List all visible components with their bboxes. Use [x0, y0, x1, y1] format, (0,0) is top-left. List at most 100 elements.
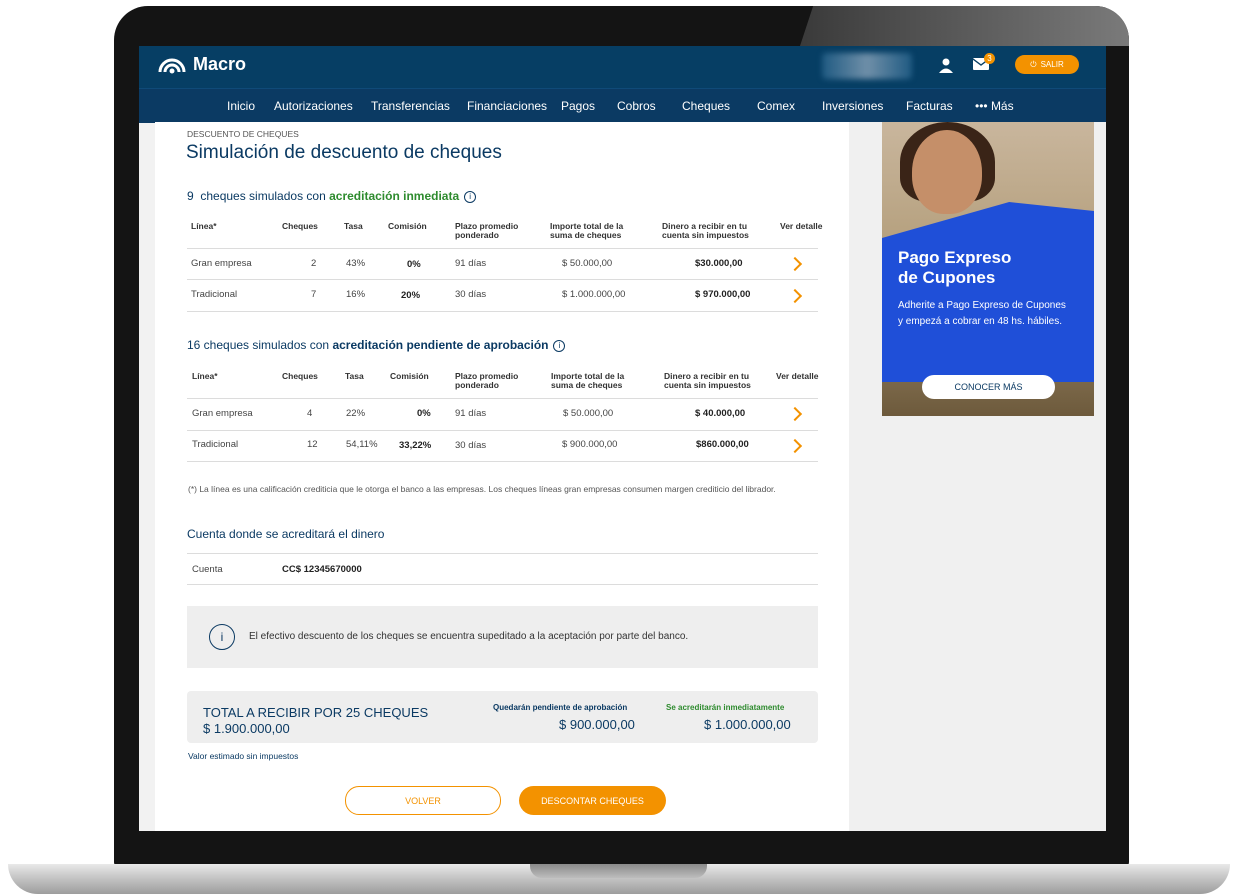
col-dinero: Dinero a recibir en tu cuenta sin impues…	[662, 221, 749, 240]
nav-inversiones[interactable]: Inversiones	[822, 99, 883, 113]
table-divider	[187, 461, 818, 462]
table-divider	[187, 279, 818, 280]
row3-importe: $ 50.000,00	[563, 408, 614, 419]
row2-tasa: 16%	[346, 289, 366, 300]
row1-cheques: 2	[311, 258, 317, 269]
row4-cheques: 12	[307, 439, 318, 450]
nav-financiaciones[interactable]: Financiaciones	[467, 99, 547, 113]
nav-cobros[interactable]: Cobros	[617, 99, 656, 113]
col-tasa: Tasa	[344, 221, 363, 231]
row1-tasa: 43%	[346, 258, 366, 269]
row4-comision: 33,22%	[399, 440, 432, 451]
col-cheques: Cheques	[282, 221, 318, 231]
row2-dinero: $ 970.000,00	[695, 289, 751, 300]
table-divider	[187, 398, 818, 399]
row2-comision: 20%	[401, 290, 421, 301]
total-amount: $ 1.900.000,00	[203, 721, 290, 736]
col-linea: Línea*	[192, 371, 218, 381]
info-icon[interactable]: i	[553, 339, 566, 352]
notice-text: El efectivo descuento de los cheques se …	[249, 631, 689, 642]
row2-plazo: 30 días	[455, 289, 487, 300]
notice-box: i El efectivo descuento de los cheques s…	[187, 606, 818, 668]
col-importe: Importe total de la suma de cheques	[551, 371, 625, 390]
nav-pagos[interactable]: Pagos	[561, 99, 595, 113]
col-tasa: Tasa	[345, 371, 364, 381]
col-ver-detalle: Ver detalle	[776, 371, 819, 381]
ad-title-line1: Pago Expreso	[898, 248, 1012, 267]
exit-button[interactable]: ⏻ SALIR	[1015, 55, 1079, 74]
account-value: CC$ 12345670000	[282, 564, 362, 575]
main-nav: Inicio Autorizaciones Transferencias Fin…	[139, 88, 1106, 123]
info-icon: i	[209, 624, 235, 650]
ad-learn-more-button[interactable]: CONOCER MÁS	[922, 375, 1055, 399]
user-info-blurred	[822, 53, 912, 79]
row1-comision: 0%	[407, 259, 421, 270]
laptop-notch	[530, 864, 707, 878]
row4-importe: $ 900.000,00	[562, 439, 618, 450]
col-ver-detalle: Ver detalle	[780, 221, 823, 231]
section-pending-prefix: 16 cheques simulados con	[187, 338, 333, 352]
row4-dinero: $860.000,00	[696, 439, 749, 450]
section-immediate-highlight: acreditación inmediata	[329, 189, 460, 203]
estimate-note: Valor estimado sin impuestos	[188, 751, 299, 761]
pending-label: Quedarán pendiente de aprobación	[493, 703, 628, 712]
nav-autorizaciones[interactable]: Autorizaciones	[274, 99, 353, 113]
table-divider	[187, 248, 818, 249]
nav-comex[interactable]: Comex	[757, 99, 795, 113]
row4-plazo: 30 días	[455, 440, 487, 451]
row1-linea: Gran empresa	[191, 258, 252, 269]
row3-tasa: 22%	[346, 408, 366, 419]
page-title: Simulación de descuento de cheques	[186, 142, 502, 163]
mail-badge: 3	[984, 53, 995, 64]
col-plazo: Plazo promedio ponderado	[455, 221, 519, 240]
section-immediate-title: 9 cheques simulados con acreditación inm…	[187, 189, 477, 203]
row3-linea: Gran empresa	[192, 408, 253, 419]
immediate-label: Se acreditarán inmediatamente	[666, 703, 785, 712]
account-divider	[187, 553, 818, 554]
col-linea: Línea*	[191, 221, 217, 231]
info-icon[interactable]: i	[464, 190, 477, 203]
total-box: TOTAL A RECIBIR POR 25 CHEQUES $ 1.900.0…	[187, 691, 818, 743]
section-pending-highlight: acreditación pendiente de aprobación	[332, 338, 549, 352]
account-divider	[187, 584, 818, 585]
row4-linea: Tradicional	[192, 439, 239, 450]
footnote: (*) La línea es una calificación crediti…	[188, 484, 776, 494]
row2-importe: $ 1.000.000,00	[562, 289, 626, 300]
nav-mas[interactable]: ••• Más	[975, 99, 1014, 113]
section-pending-title: 16 cheques simulados con acreditación pe…	[187, 338, 566, 352]
ad-blue-panel	[882, 202, 1094, 382]
laptop-glare	[800, 6, 1129, 46]
account-label: Cuenta	[192, 564, 223, 575]
col-importe: Importe total de la suma de cheques	[550, 221, 624, 240]
macro-logo-icon	[158, 58, 186, 73]
row3-comision: 0%	[417, 408, 431, 419]
col-comision: Comisión	[390, 371, 429, 381]
section-immediate-prefix: 9 cheques simulados con	[187, 189, 330, 203]
account-title: Cuenta donde se acreditará el dinero	[187, 527, 385, 541]
nav-inicio[interactable]: Inicio	[227, 99, 255, 113]
nav-cheques[interactable]: Cheques	[682, 99, 730, 113]
row1-dinero: $30.000,00	[695, 258, 743, 269]
col-comision: Comisión	[388, 221, 427, 231]
breadcrumb: DESCUENTO DE CHEQUES	[187, 129, 299, 139]
ad-title-line2: de Cupones	[898, 268, 996, 287]
table-divider	[187, 311, 818, 312]
user-icon[interactable]	[939, 58, 953, 73]
table-divider	[187, 430, 818, 431]
nav-facturas[interactable]: Facturas	[906, 99, 953, 113]
app-screen: Macro 3 ⏻ SALIR Inicio Autorizaciones Tr…	[139, 46, 1106, 831]
ad-title: Pago Expreso de Cupones	[898, 248, 1011, 288]
ad-text: Adherite a Pago Expreso de Cupones y emp…	[898, 300, 1066, 327]
brand-logo[interactable]: Macro	[157, 54, 246, 75]
top-bar: Macro 3 ⏻ SALIR	[139, 46, 1106, 88]
back-button[interactable]: VOLVER	[345, 786, 501, 815]
promo-banner[interactable]: Pago Expreso de Cupones Adherite a Pago …	[882, 122, 1094, 416]
row2-cheques: 7	[311, 289, 317, 300]
row3-dinero: $ 40.000,00	[695, 408, 746, 419]
immediate-amount: $ 1.000.000,00	[704, 717, 791, 732]
col-cheques: Cheques	[282, 371, 318, 381]
row3-plazo: 91 días	[455, 408, 487, 419]
discount-cheques-button[interactable]: DESCONTAR CHEQUES	[519, 786, 666, 815]
col-plazo: Plazo promedio ponderado	[455, 371, 519, 390]
nav-transferencias[interactable]: Transferencias	[371, 99, 450, 113]
